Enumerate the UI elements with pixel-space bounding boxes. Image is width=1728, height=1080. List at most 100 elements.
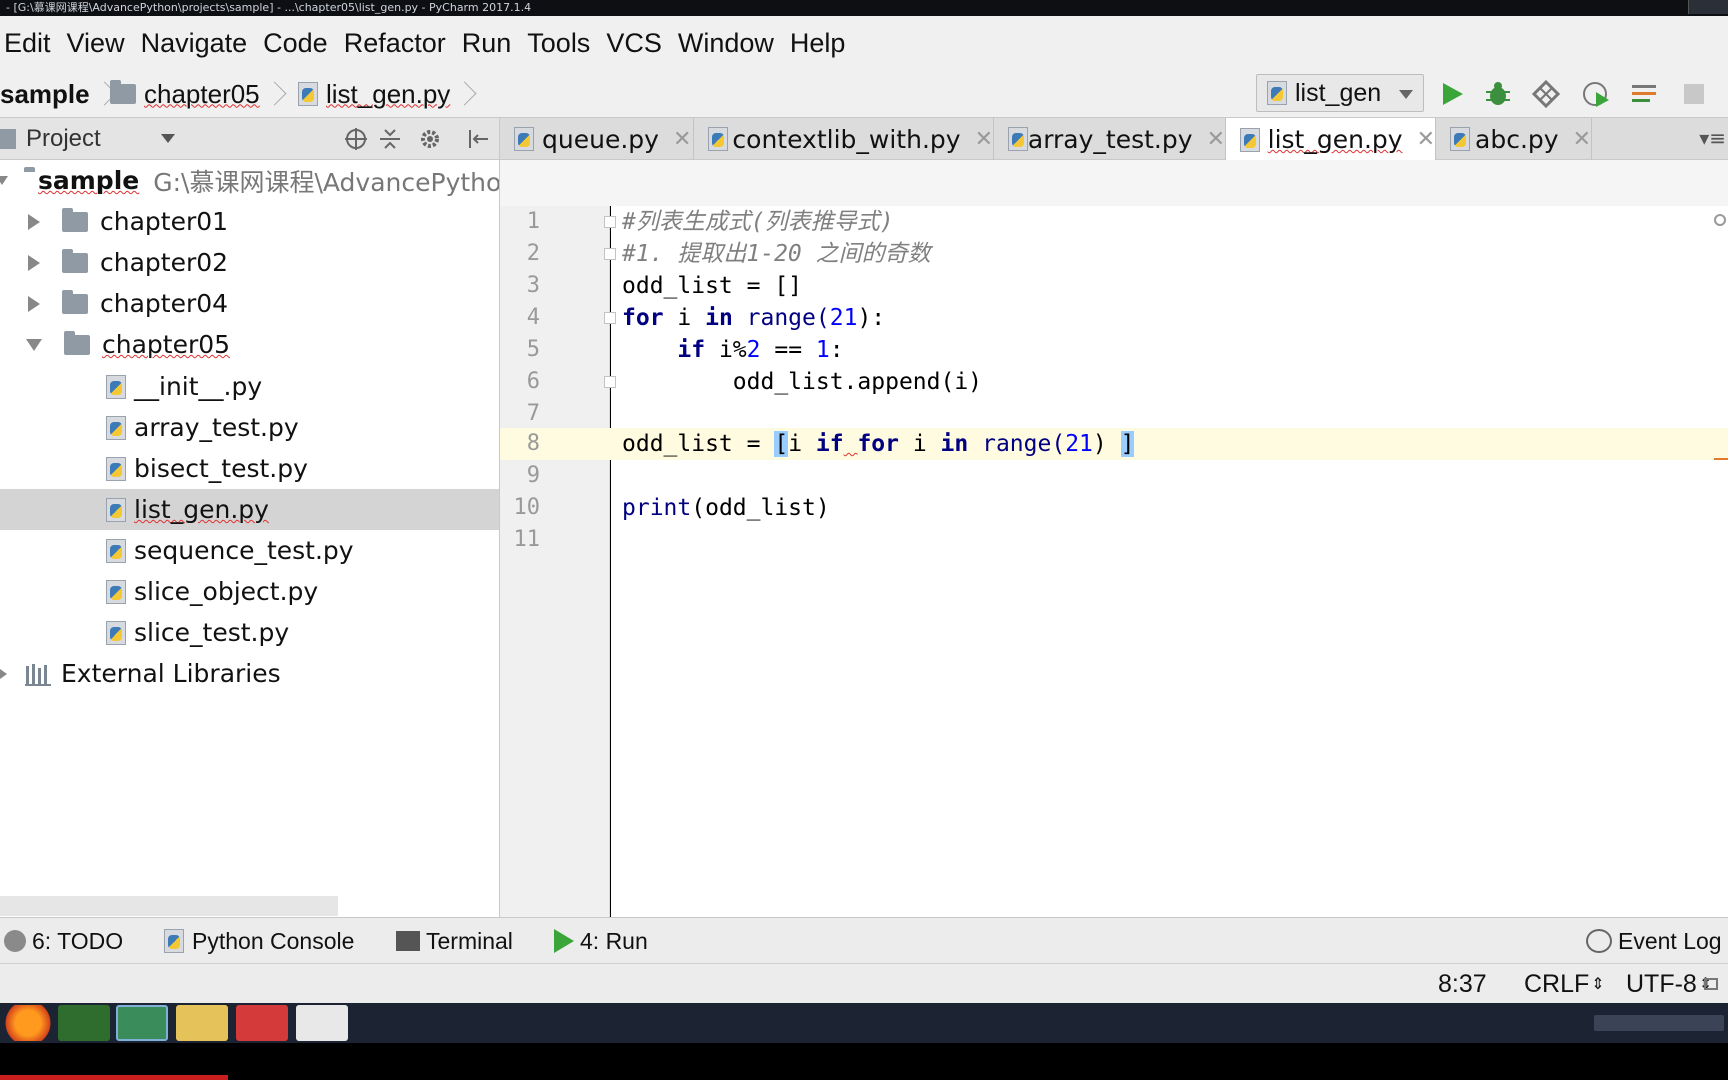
gear-icon[interactable]	[418, 127, 442, 151]
python-file-icon	[104, 415, 126, 440]
inspection-eye-icon[interactable]	[1714, 214, 1726, 226]
fold-marker-icon[interactable]	[604, 376, 616, 388]
tab-array-test[interactable]: array_test.py ✕	[994, 118, 1226, 160]
menu-tools[interactable]: Tools	[527, 28, 590, 59]
file-explorer-taskbar-icon[interactable]	[176, 1005, 228, 1041]
code-token: odd_list =	[622, 431, 775, 457]
close-icon[interactable]: ✕	[1417, 127, 1435, 152]
event-log-icon	[1586, 929, 1612, 953]
line-number: 11	[513, 527, 541, 552]
locate-icon[interactable]	[344, 127, 368, 151]
profile-icon[interactable]	[1582, 80, 1610, 108]
collapse-all-icon[interactable]	[378, 127, 402, 151]
tab-queue[interactable]: queue.py ✕	[500, 118, 694, 160]
todo-icon	[4, 930, 26, 952]
menu-window[interactable]: Window	[678, 28, 774, 59]
tree-folder-chapter04[interactable]: chapter04	[0, 283, 499, 324]
tab-abc[interactable]: abc.py ✕	[1436, 118, 1592, 160]
tab-list-gen[interactable]: list_gen.py ✕	[1226, 118, 1436, 161]
number-literal: 21	[829, 305, 858, 331]
tab-contextlib-with[interactable]: contextlib_with.py ✕	[694, 118, 994, 160]
concurrency-icon[interactable]	[1630, 80, 1658, 108]
camtasia-taskbar-icon[interactable]	[296, 1005, 348, 1041]
debug-icon[interactable]	[1484, 80, 1512, 108]
os-taskbar	[0, 1003, 1728, 1043]
caret-position[interactable]: 8:37	[1438, 968, 1487, 1000]
line-number: 7	[526, 401, 540, 426]
xmind-taskbar-icon[interactable]	[236, 1005, 288, 1041]
line-separator-label: CRLF	[1524, 969, 1590, 998]
tree-file-slice-test[interactable]: slice_test.py	[0, 612, 499, 653]
chevron-down-icon[interactable]	[160, 134, 175, 143]
menu-navigate[interactable]: Navigate	[141, 28, 248, 59]
project-panel-title[interactable]: Project	[26, 125, 101, 153]
code-line-5: if i%2 == 1:	[622, 334, 843, 366]
python-file-icon	[1448, 127, 1471, 151]
line-separator[interactable]: CRLF ⇕	[1524, 968, 1605, 1000]
tree-file-bisect-test[interactable]: bisect_test.py	[0, 448, 499, 489]
file-encoding[interactable]: UTF-8 ⇕	[1626, 968, 1712, 1000]
fold-marker-icon[interactable]	[604, 248, 616, 260]
tree-file-list-gen[interactable]: list_gen.py	[0, 489, 499, 530]
close-icon[interactable]: ✕	[673, 127, 691, 152]
code-token: i	[663, 305, 706, 331]
line-number: 4	[526, 305, 540, 330]
file-encoding-label: UTF-8	[1626, 969, 1697, 998]
menu-help[interactable]: Help	[790, 28, 846, 59]
menu-code[interactable]: Code	[263, 28, 328, 59]
editor-tab-bar: queue.py ✕ contextlib_with.py ✕ array_te…	[500, 118, 1728, 161]
menu-run[interactable]: Run	[462, 28, 512, 59]
tree-file-sequence-test[interactable]: sequence_test.py	[0, 530, 499, 571]
editor-top-margin	[500, 160, 1728, 206]
event-log-tool-button[interactable]: Event Log	[1586, 924, 1722, 958]
menu-refactor[interactable]: Refactor	[344, 28, 446, 59]
tree-root-sample[interactable]: sample G:\慕课网课程\AdvancePytho	[0, 160, 499, 201]
python-console-tool-button[interactable]: Python Console	[162, 924, 354, 958]
menu-edit[interactable]: Edit	[4, 28, 51, 59]
tree-file-array-test[interactable]: array_test.py	[0, 407, 499, 448]
tree-folder-chapter05[interactable]: chapter05	[0, 324, 499, 365]
menu-view[interactable]: View	[67, 28, 125, 59]
python-file-icon	[296, 82, 318, 106]
python-file-icon	[104, 374, 126, 399]
tree-folder-chapter01[interactable]: chapter01	[0, 201, 499, 242]
tool-window-bar: 6: TODO Python Console Terminal 4: Run E…	[0, 917, 1728, 963]
library-icon	[25, 663, 51, 686]
tree-file-init[interactable]: __init__.py	[0, 366, 499, 407]
horizontal-scrollbar[interactable]	[0, 896, 338, 916]
window-close-button[interactable]	[1688, 0, 1728, 14]
breadcrumb-folder[interactable]: chapter05	[110, 76, 284, 112]
video-progress-fill	[0, 1075, 228, 1080]
fold-marker-icon[interactable]	[604, 216, 616, 228]
coverage-icon[interactable]	[1532, 80, 1560, 108]
folder-icon	[62, 248, 88, 273]
error-stripe-marker[interactable]	[1714, 458, 1728, 460]
close-icon[interactable]: ✕	[1573, 127, 1591, 152]
fold-marker-icon[interactable]	[604, 312, 616, 324]
tree-external-libraries[interactable]: External Libraries	[0, 653, 499, 694]
tree-file-slice-object[interactable]: slice_object.py	[0, 571, 499, 612]
terminal-label: Terminal	[426, 927, 513, 954]
breadcrumb-file-label: list_gen.py	[326, 78, 451, 109]
close-icon[interactable]: ✕	[1207, 127, 1225, 152]
lock-icon[interactable]	[1704, 968, 1718, 1000]
firefox-taskbar-icon[interactable]	[2, 1005, 54, 1041]
pycharm-taskbar-icon[interactable]	[116, 1005, 168, 1041]
tab-list-menu-icon[interactable]: ▾≡	[1699, 126, 1726, 150]
stop-icon[interactable]	[1680, 80, 1708, 108]
todo-tool-button[interactable]: 6: TODO	[4, 924, 123, 958]
breadcrumb-file[interactable]: list_gen.py	[296, 76, 474, 112]
hide-panel-icon[interactable]	[466, 127, 490, 151]
tree-folder-chapter02[interactable]: chapter02	[0, 242, 499, 283]
line-number: 5	[526, 337, 540, 362]
run-icon[interactable]	[1438, 80, 1466, 108]
menu-vcs[interactable]: VCS	[606, 28, 662, 59]
run-tool-button[interactable]: 4: Run	[554, 924, 648, 958]
terminal-tool-button[interactable]: Terminal	[396, 924, 513, 958]
breadcrumb-project[interactable]: sample	[0, 76, 114, 112]
system-tray[interactable]	[1594, 1015, 1724, 1031]
run-configuration-dropdown[interactable]: list_gen	[1256, 74, 1424, 112]
close-icon[interactable]: ✕	[975, 127, 993, 152]
navigation-bar: sample chapter05 list_gen.py list_gen	[0, 70, 1728, 118]
spreadsheet-taskbar-icon[interactable]	[58, 1005, 110, 1041]
